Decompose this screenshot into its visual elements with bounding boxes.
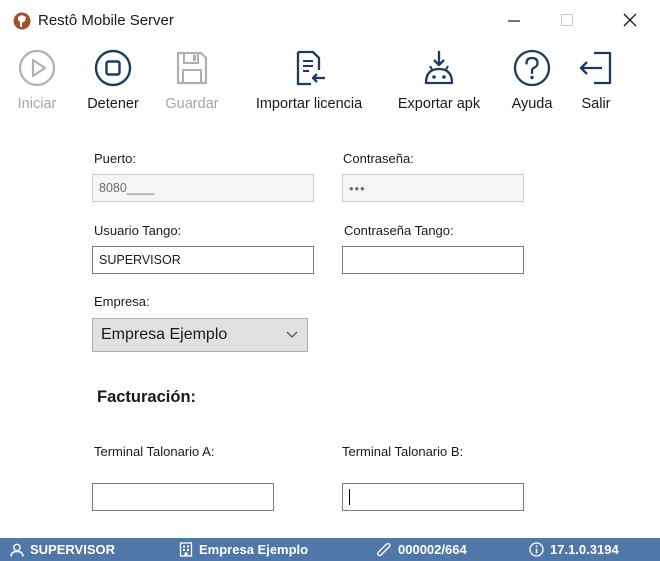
terminal-b-label: Terminal Talonario B: [342,444,464,459]
facturacion-title: Facturación: [97,388,197,406]
iniciar-button[interactable]: Iniciar [14,44,60,128]
exportar-apk-button[interactable]: Exportar apk [391,44,487,128]
terminal-b-field[interactable] [342,483,524,511]
contrasena-label: Contraseña: [343,151,414,166]
window-title: Restô Mobile Server [38,12,174,29]
save-icon [170,44,214,92]
import-document-icon [287,44,331,92]
detener-label: Detener [87,96,139,112]
status-user: SUPERVISOR [10,538,115,561]
terminal-a-field[interactable] [92,483,274,511]
play-icon [15,44,59,92]
minimize-button[interactable] [492,0,536,40]
title-bar: Restô Mobile Server [0,0,660,40]
exportar-apk-label: Exportar apk [397,96,481,112]
android-download-icon [417,44,461,92]
empresa-select[interactable]: Empresa Ejemplo [92,318,308,352]
status-version-text: 17.1.0.3194 [550,542,619,557]
status-bar: SUPERVISOR Empresa Ejemplo 000002/664 17… [0,538,660,561]
puerto-field[interactable]: 8080____ [92,174,314,202]
minimize-icon [508,20,520,22]
maximize-icon [561,14,573,26]
empresa-selected-value: Empresa Ejemplo [101,326,228,343]
toolbar: Iniciar Detener Guardar Importar licenci… [0,44,660,128]
iniciar-label: Iniciar [17,96,57,112]
chevron-down-icon [286,331,298,338]
salir-button[interactable]: Salir [573,44,619,128]
user-icon [10,543,24,557]
contrasena-field[interactable]: ••• [342,174,524,202]
building-icon [179,542,193,557]
status-version: 17.1.0.3194 [529,538,619,561]
contrasena-tango-label: Contraseña Tango: [344,223,454,238]
status-company: Empresa Ejemplo [179,538,308,561]
close-button[interactable] [608,0,652,40]
guardar-button[interactable]: Guardar [160,44,224,128]
detener-button[interactable]: Detener [82,44,144,128]
importar-licencia-button[interactable]: Importar licencia [245,44,373,128]
close-icon [623,13,637,27]
status-license-text: 000002/664 [398,542,467,557]
text-cursor [349,489,350,505]
importar-licencia-label: Importar licencia [255,96,363,112]
help-icon [510,44,554,92]
paperclip-icon [377,542,391,556]
puerto-label: Puerto: [94,151,136,166]
salir-label: Salir [581,96,611,112]
status-company-text: Empresa Ejemplo [199,542,309,557]
app-logo-icon [13,12,31,30]
status-license: 000002/664 [376,538,467,561]
maximize-button[interactable] [545,0,589,40]
ayuda-label: Ayuda [511,96,553,112]
empresa-label: Empresa: [94,294,150,309]
usuario-tango-field[interactable]: SUPERVISOR [92,246,314,274]
info-icon [529,542,544,557]
contrasena-tango-field[interactable] [342,246,524,274]
exit-icon [574,44,618,92]
status-user-text: SUPERVISOR [30,542,116,557]
guardar-label: Guardar [165,96,219,112]
stop-icon [91,44,135,92]
usuario-tango-label: Usuario Tango: [94,223,182,238]
terminal-a-label: Terminal Talonario A: [94,444,215,459]
ayuda-button[interactable]: Ayuda [505,44,559,128]
